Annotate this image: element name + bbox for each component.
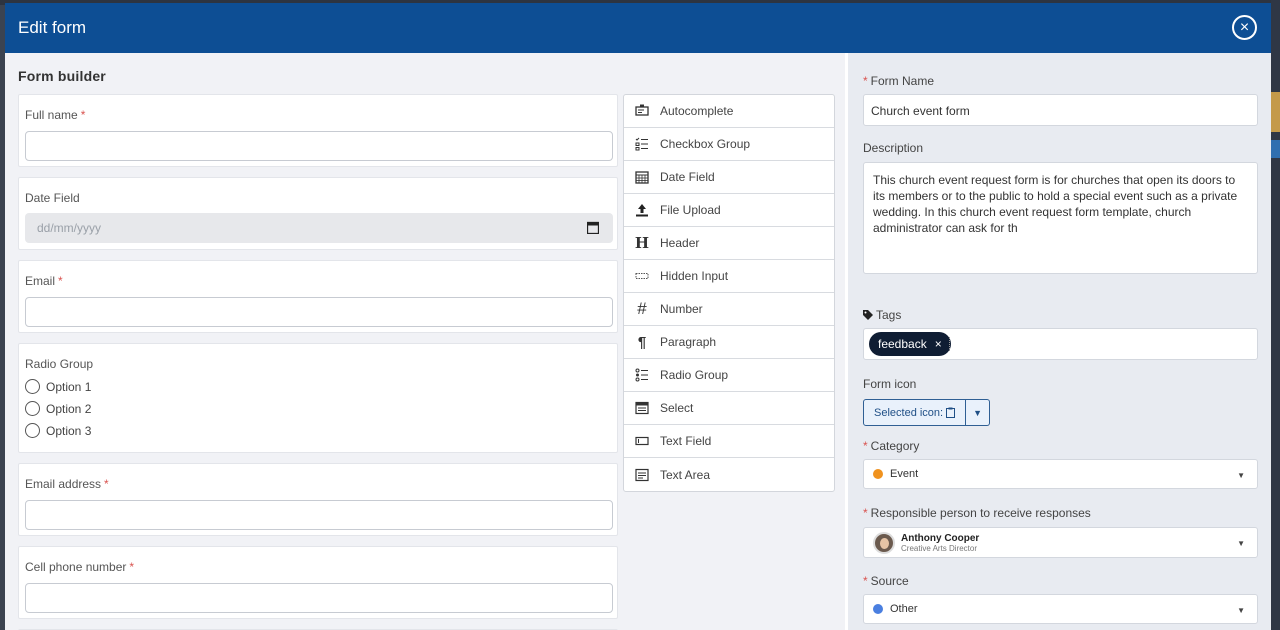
palette-item-date-field[interactable]: Date Field xyxy=(624,161,834,194)
radio-option[interactable]: Option 1 xyxy=(25,379,91,394)
tags-label: Tags xyxy=(863,308,901,322)
radio-button[interactable] xyxy=(25,379,40,394)
palette-item-text-area[interactable]: Text Area xyxy=(624,458,834,491)
email-address-input[interactable] xyxy=(25,500,613,530)
caret-down-icon: ▼ xyxy=(973,407,983,418)
calendar-icon[interactable] xyxy=(587,221,599,234)
edit-form-modal: Edit form × Form builder Full name * Date… xyxy=(5,3,1271,630)
radio-group-icon xyxy=(634,367,650,383)
header-icon: H xyxy=(634,234,650,252)
palette-item-hidden-input[interactable]: Hidden Input xyxy=(624,260,834,293)
full-name-input[interactable] xyxy=(25,131,613,161)
palette-item-checkbox-group[interactable]: Checkbox Group xyxy=(624,128,834,161)
radio-option[interactable]: Option 3 xyxy=(25,423,91,438)
date-input[interactable]: dd/mm/yyyy xyxy=(25,213,613,243)
caret-down-icon: ▼ xyxy=(1237,539,1245,548)
hidden-input-icon xyxy=(634,268,650,284)
category-select[interactable]: Event ▼ xyxy=(863,459,1258,489)
responsible-person-select[interactable]: Anthony Cooper Creative Arts Director ▼ xyxy=(863,527,1258,558)
description-textarea[interactable]: This church event request form is for ch… xyxy=(863,162,1258,274)
field-card-full-name[interactable]: Full name * xyxy=(18,94,618,167)
field-label: Full name * xyxy=(25,108,86,122)
field-card-email-address[interactable]: Email address * xyxy=(18,463,618,536)
upload-icon xyxy=(634,202,650,218)
close-button[interactable]: × xyxy=(1232,15,1257,40)
category-label: * Category xyxy=(863,439,920,453)
source-label: * Source xyxy=(863,574,909,588)
palette-item-autocomplete[interactable]: Autocomplete xyxy=(624,95,834,128)
tag-icon xyxy=(863,310,873,320)
select-icon xyxy=(634,400,650,416)
email-input[interactable] xyxy=(25,297,613,327)
palette-item-file-upload[interactable]: File Upload xyxy=(624,194,834,227)
close-icon: × xyxy=(1239,18,1250,36)
background-accent xyxy=(1271,140,1280,158)
person-info: Anthony Cooper Creative Arts Director xyxy=(901,532,980,553)
caret-down-icon: ▼ xyxy=(1237,606,1245,615)
text-area-icon xyxy=(634,467,650,483)
clipboard-icon xyxy=(946,407,956,418)
tag-chip[interactable]: feedback × xyxy=(869,332,951,356)
tags-input[interactable]: feedback × xyxy=(863,328,1258,360)
field-card-radio-group[interactable]: Radio Group Option 1 Option 2 Option 3 xyxy=(18,343,618,453)
description-label: Description xyxy=(863,141,924,155)
palette-item-header[interactable]: H Header xyxy=(624,227,834,260)
field-label: Date Field xyxy=(25,191,80,205)
field-card-cell-phone[interactable]: Cell phone number * xyxy=(18,546,618,619)
palette-item-radio-group[interactable]: Radio Group xyxy=(624,359,834,392)
form-name-input[interactable]: Church event form xyxy=(863,94,1258,126)
modal-title: Edit form xyxy=(18,18,87,37)
field-label: Radio Group xyxy=(25,357,94,371)
icon-dropdown-toggle[interactable]: ▼ xyxy=(966,399,991,426)
checkbox-group-icon xyxy=(634,136,650,152)
source-color-dot xyxy=(873,604,883,614)
background-right-edge xyxy=(1271,0,1280,630)
form-icon-picker[interactable]: Selected icon: ▼ xyxy=(863,399,991,426)
text-cursor xyxy=(949,337,950,351)
form-settings-pane: * Form Name Church event form Description… xyxy=(848,53,1271,630)
date-placeholder: dd/mm/yyyy xyxy=(37,221,102,235)
radio-option[interactable]: Option 2 xyxy=(25,401,91,416)
palette-item-paragraph[interactable]: ¶ Paragraph xyxy=(624,326,834,359)
field-label: Email * xyxy=(25,274,63,288)
autocomplete-icon xyxy=(634,103,650,119)
form-name-label: * Form Name xyxy=(863,74,935,88)
hash-icon: # xyxy=(637,299,647,318)
form-icon-label: Form icon xyxy=(863,377,917,391)
palette-item-select[interactable]: Select xyxy=(624,392,834,425)
caret-down-icon: ▼ xyxy=(1237,471,1245,480)
remove-tag-icon[interactable]: × xyxy=(935,337,942,351)
field-label: Email address * xyxy=(25,477,109,491)
cell-phone-input[interactable] xyxy=(25,583,613,613)
responsible-label: * Responsible person to receive responses xyxy=(863,506,1091,520)
calendar-icon xyxy=(634,169,650,185)
radio-button[interactable] xyxy=(25,401,40,416)
category-color-dot xyxy=(873,469,883,479)
text-field-icon xyxy=(634,433,650,449)
field-palette: Autocomplete Checkbox Group Date Field F… xyxy=(623,94,835,492)
palette-item-text-field[interactable]: Text Field xyxy=(624,425,834,458)
avatar xyxy=(873,531,895,554)
field-label: Cell phone number * xyxy=(25,560,135,574)
field-card-email[interactable]: Email * xyxy=(18,260,618,333)
modal-header: Edit form × xyxy=(5,3,1271,53)
field-card-date[interactable]: Date Field dd/mm/yyyy xyxy=(18,177,618,250)
background-accent xyxy=(1271,92,1280,132)
paragraph-icon: ¶ xyxy=(637,333,647,351)
form-builder-title: Form builder xyxy=(18,68,106,84)
source-select[interactable]: Other ▼ xyxy=(863,594,1258,624)
form-builder-pane: Form builder Full name * Date Field dd/mm… xyxy=(5,53,845,630)
palette-item-number[interactable]: # Number xyxy=(624,293,834,326)
selected-icon-button[interactable]: Selected icon: xyxy=(863,399,967,426)
radio-button[interactable] xyxy=(25,423,40,438)
